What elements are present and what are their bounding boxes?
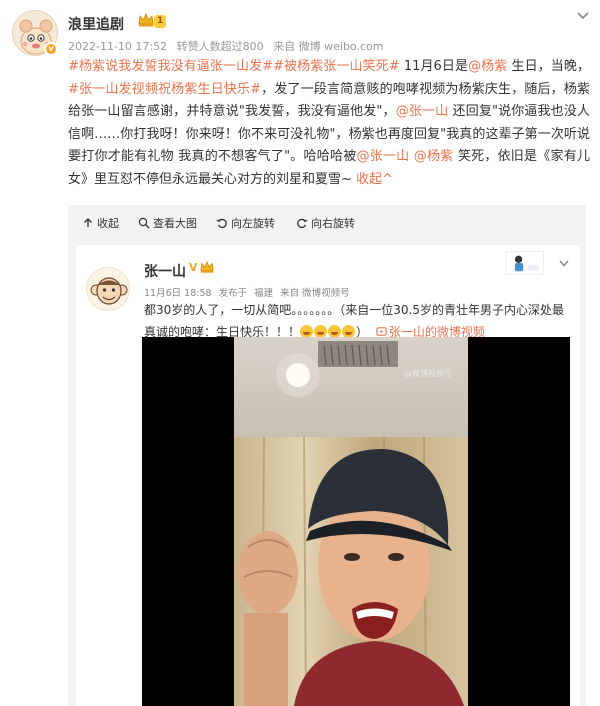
original-post-card: 张一山 V 11月6日 18:58 发布于 福建 来自 微博视频号 都30岁的人… — [76, 245, 580, 706]
vip-mark: V — [189, 261, 198, 274]
mention-link[interactable]: @杨紫 — [468, 59, 507, 74]
mention-link[interactable]: @张一山 — [396, 104, 449, 119]
level-badge: 1 — [154, 15, 167, 28]
mention-link[interactable]: @张一山 — [356, 149, 409, 164]
monkey-avatar-icon — [87, 268, 129, 310]
view-large-label: 查看大图 — [153, 217, 197, 230]
publish-prefix: 发布于 — [218, 288, 248, 299]
repost-time[interactable]: 11月6日 18:58 — [144, 288, 212, 299]
repost-author-name[interactable]: 张一山 — [144, 261, 186, 281]
crown-icon — [200, 260, 214, 273]
view-large-button[interactable]: 查看大图 — [138, 215, 197, 231]
thumbnail-figure-icon — [514, 255, 539, 272]
video-link-icon — [376, 327, 387, 336]
chevron-down-icon[interactable] — [576, 8, 590, 22]
magnifier-icon — [138, 217, 150, 229]
video-frame-image — [234, 337, 468, 706]
hashtag-link[interactable]: #被杨紫张一山笑死# — [273, 59, 400, 74]
post-time[interactable]: 2022-11-10 17:52 — [68, 40, 167, 53]
post-content: #杨紫说我发誓我没有逼张一山发##被杨紫张一山笑死# 11月6日是@杨紫 生日，… — [68, 56, 590, 192]
repost-count: 转赞人数超过800 — [176, 40, 264, 53]
collapse-icon — [84, 218, 92, 227]
collapse-button[interactable]: 收起 — [82, 215, 119, 231]
video-watermark: @微博视频号 — [404, 369, 452, 378]
rotate-right-label: 向右旋转 — [311, 217, 355, 230]
repost-meta: 11月6日 18:58 发布于 福建 来自 微博视频号 — [144, 285, 354, 299]
collapse-link[interactable]: 收起^ — [356, 172, 393, 187]
repost-source: 来自 微博视频号 — [280, 288, 350, 299]
chevron-down-icon[interactable] — [558, 257, 570, 269]
post-source: 来自 微博 weibo.com — [273, 40, 384, 53]
repost-block: 收起 查看大图 向左旋转 向右旋转 张一山 V 11月6日 18:58 发布于 … — [68, 205, 586, 706]
rotate-left-icon — [216, 218, 227, 229]
rotate-left-button[interactable]: 向左旋转 — [216, 215, 275, 231]
content-text: 生日，当晚， — [507, 59, 590, 74]
hashtag-link[interactable]: #杨紫说我发誓我没有逼张一山发# — [68, 59, 273, 74]
post-meta: 2022-11-10 17:52 转赞人数超过800 来自 微博 weibo.c… — [68, 38, 389, 54]
rotate-right-icon — [297, 218, 308, 229]
collapse-label: 收起 — [97, 217, 119, 230]
repost-author-avatar[interactable] — [86, 267, 130, 311]
rotate-left-label: 向左旋转 — [231, 217, 275, 230]
mention-link[interactable]: @杨紫 — [414, 149, 454, 164]
repost-location: 福建 — [254, 288, 274, 299]
video-player[interactable]: @微博视频号 — [142, 337, 570, 706]
verified-badge-icon: v — [44, 42, 58, 56]
weibo-post: v 浪里追剧 1 2022-11-10 17:52 转赞人数超过800 来自 微… — [0, 0, 600, 706]
author-name[interactable]: 浪里追剧 — [68, 14, 124, 34]
content-text: 11月6日是 — [399, 59, 469, 74]
hashtag-link[interactable]: #张一山发视频祝杨紫生日快乐# — [68, 82, 261, 97]
rotate-right-button[interactable]: 向右旋转 — [296, 215, 355, 231]
video-thumbnail-icon[interactable] — [506, 251, 544, 275]
crown-icon — [138, 12, 154, 27]
media-toolbar: 收起 查看大图 向左旋转 向右旋转 — [68, 205, 586, 239]
